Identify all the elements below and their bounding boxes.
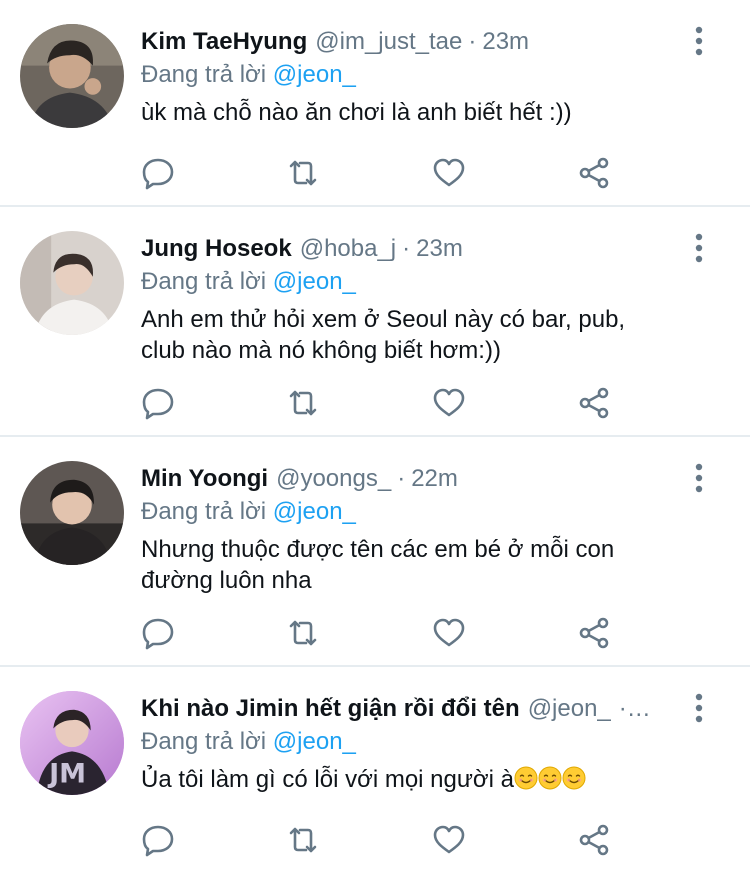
smiling-face-emoji	[562, 766, 586, 798]
tweet-actions	[141, 616, 611, 650]
user-handle[interactable]: @im_just_tae	[315, 26, 462, 58]
mention-link[interactable]: @jeon_	[273, 498, 356, 525]
tweet-header: Jung Hoseok @hoba_j · 23m	[141, 233, 670, 265]
tweet-text-body: Ủa tôi làm gì có lỗi với mọi người à	[141, 766, 515, 793]
separator-dot: ·	[402, 235, 411, 262]
tweet-text: ùk mà chỗ nào ăn chơi là anh biết hết :)…	[141, 99, 572, 126]
display-name[interactable]: Khi nào Jimin hết giận rồi đổi tên	[141, 693, 520, 725]
replying-label: Đang trả lời	[141, 498, 267, 525]
replying-label: Đang trả lời	[141, 61, 267, 88]
smiling-face-emoji	[514, 766, 538, 798]
avatar[interactable]: JM	[20, 691, 124, 795]
tweet[interactable]: Kim TaeHyung @im_just_tae · 23m Đang trả…	[0, 0, 750, 207]
separator-dot: ·	[468, 28, 477, 55]
replying-label: Đang trả lời	[141, 728, 267, 755]
reply-icon[interactable]	[141, 823, 175, 857]
more-options-icon[interactable]	[692, 26, 706, 56]
retweet-icon[interactable]	[286, 616, 320, 650]
tweet-content: Min Yoongi @yoongs_ · 22m Đang trả lời @…	[141, 463, 670, 596]
tweet-content: Khi nào Jimin hết giận rồi đổi tên @jeon…	[141, 693, 670, 798]
tweet-actions	[141, 386, 611, 420]
mention-link[interactable]: @jeon_	[273, 268, 356, 295]
reply-icon[interactable]	[141, 386, 175, 420]
avatar[interactable]	[20, 24, 124, 128]
timestamp[interactable]: 23m	[482, 26, 529, 58]
retweet-icon[interactable]	[286, 823, 320, 857]
like-icon[interactable]	[432, 386, 466, 420]
share-icon[interactable]	[577, 386, 611, 420]
avatar[interactable]	[20, 231, 124, 335]
svg-text:JM: JM	[47, 759, 86, 790]
tweet[interactable]: Jung Hoseok @hoba_j · 23m Đang trả lời @…	[0, 207, 750, 437]
share-icon[interactable]	[577, 616, 611, 650]
replying-to: Đang trả lời @jeon_	[141, 726, 670, 758]
like-icon[interactable]	[432, 616, 466, 650]
reply-icon[interactable]	[141, 156, 175, 190]
replying-to: Đang trả lời @jeon_	[141, 59, 670, 91]
tweet-header: Khi nào Jimin hết giận rồi đổi tên @jeon…	[141, 693, 670, 725]
share-icon[interactable]	[577, 156, 611, 190]
retweet-icon[interactable]	[286, 156, 320, 190]
user-handle[interactable]: @jeon_	[528, 693, 611, 725]
timestamp[interactable]: 22m	[411, 463, 458, 495]
display-name[interactable]: Kim TaeHyung	[141, 26, 307, 58]
timestamp[interactable]: ·…	[619, 693, 651, 725]
tweet-actions	[141, 156, 611, 190]
more-options-icon[interactable]	[692, 463, 706, 493]
tweet-header: Kim TaeHyung @im_just_tae · 23m	[141, 26, 670, 58]
like-icon[interactable]	[432, 156, 466, 190]
smiling-face-emoji	[538, 766, 562, 798]
tweet-text: Nhưng thuộc được tên các em bé ở mỗi con…	[141, 536, 615, 594]
replying-to: Đang trả lời @jeon_	[141, 496, 670, 528]
display-name[interactable]: Min Yoongi	[141, 463, 268, 495]
retweet-icon[interactable]	[286, 386, 320, 420]
avatar[interactable]	[20, 461, 124, 565]
tweet-actions	[141, 823, 611, 857]
user-handle[interactable]: @yoongs_	[276, 463, 391, 495]
mention-link[interactable]: @jeon_	[273, 61, 356, 88]
mention-link[interactable]: @jeon_	[273, 728, 356, 755]
separator-dot: ·	[397, 465, 406, 492]
like-icon[interactable]	[432, 823, 466, 857]
tweet-content: Kim TaeHyung @im_just_tae · 23m Đang trả…	[141, 26, 670, 128]
share-icon[interactable]	[577, 823, 611, 857]
tweet-header: Min Yoongi @yoongs_ · 22m	[141, 463, 670, 495]
tweet[interactable]: Min Yoongi @yoongs_ · 22m Đang trả lời @…	[0, 437, 750, 667]
replying-label: Đang trả lời	[141, 268, 267, 295]
tweet-text: Anh em thử hỏi xem ở Seoul này có bar, p…	[141, 306, 626, 364]
replying-to: Đang trả lời @jeon_	[141, 266, 670, 298]
more-options-icon[interactable]	[692, 233, 706, 263]
more-options-icon[interactable]	[692, 693, 706, 723]
timestamp[interactable]: 23m	[416, 233, 463, 265]
tweet-content: Jung Hoseok @hoba_j · 23m Đang trả lời @…	[141, 233, 670, 366]
user-handle[interactable]: @hoba_j	[300, 233, 396, 265]
reply-icon[interactable]	[141, 616, 175, 650]
tweet-text: Ủa tôi làm gì có lỗi với mọi người à	[141, 764, 670, 798]
tweet[interactable]: JM Khi nào Jimin hết giận rồi đổi tên @j…	[0, 667, 750, 872]
display-name[interactable]: Jung Hoseok	[141, 233, 292, 265]
